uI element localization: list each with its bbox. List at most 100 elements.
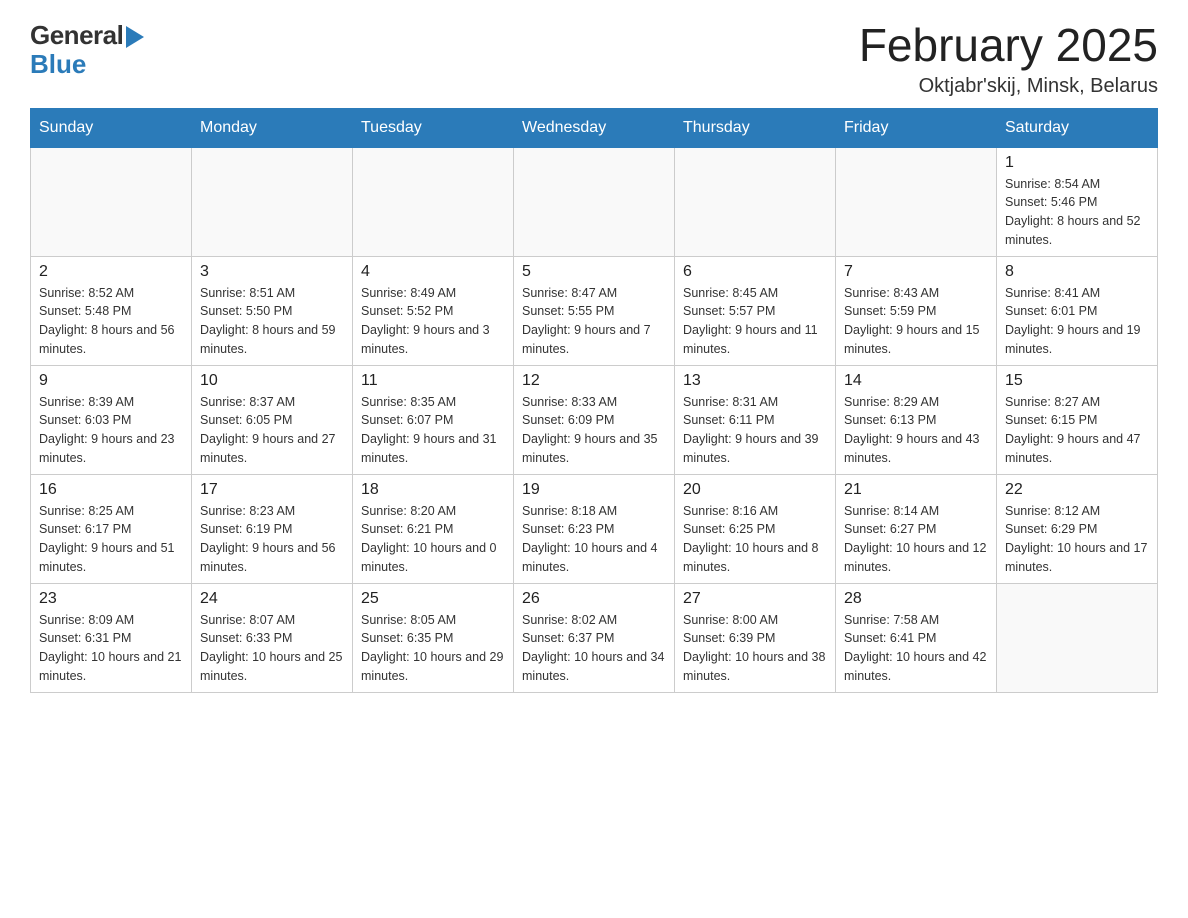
day-cell: 16 Sunrise: 8:25 AMSunset: 6:17 PMDayligh…	[31, 474, 192, 583]
day-cell: 25 Sunrise: 8:05 AMSunset: 6:35 PMDayligh…	[353, 583, 514, 692]
day-info: Sunrise: 8:39 AMSunset: 6:03 PMDaylight:…	[39, 393, 183, 468]
day-cell: 6 Sunrise: 8:45 AMSunset: 5:57 PMDaylight…	[675, 256, 836, 365]
day-info: Sunrise: 8:31 AMSunset: 6:11 PMDaylight:…	[683, 393, 827, 468]
day-cell: 12 Sunrise: 8:33 AMSunset: 6:09 PMDayligh…	[514, 365, 675, 474]
day-cell: 23 Sunrise: 8:09 AMSunset: 6:31 PMDayligh…	[31, 583, 192, 692]
location: Oktjabr'skij, Minsk, Belarus	[859, 75, 1158, 98]
day-info: Sunrise: 8:49 AMSunset: 5:52 PMDaylight:…	[361, 284, 505, 359]
day-cell	[675, 147, 836, 256]
day-number: 23	[39, 590, 183, 608]
day-info: Sunrise: 8:25 AMSunset: 6:17 PMDaylight:…	[39, 502, 183, 577]
day-info: Sunrise: 8:16 AMSunset: 6:25 PMDaylight:…	[683, 502, 827, 577]
day-number: 3	[200, 263, 344, 281]
day-number: 9	[39, 372, 183, 390]
day-cell: 21Sunrise: 8:14 AMSunset: 6:27 PMDayligh…	[836, 474, 997, 583]
day-number: 19	[522, 481, 666, 499]
weekday-header-saturday: Saturday	[997, 108, 1158, 147]
day-cell: 26 Sunrise: 8:02 AMSunset: 6:37 PMDayligh…	[514, 583, 675, 692]
day-cell: 27 Sunrise: 8:00 AMSunset: 6:39 PMDayligh…	[675, 583, 836, 692]
day-cell: 14 Sunrise: 8:29 AMSunset: 6:13 PMDayligh…	[836, 365, 997, 474]
day-info: Sunrise: 8:35 AMSunset: 6:07 PMDaylight:…	[361, 393, 505, 468]
day-info: Sunrise: 8:33 AMSunset: 6:09 PMDaylight:…	[522, 393, 666, 468]
day-cell: 22 Sunrise: 8:12 AMSunset: 6:29 PMDayligh…	[997, 474, 1158, 583]
day-cell	[31, 147, 192, 256]
calendar-table: SundayMondayTuesdayWednesdayThursdayFrid…	[30, 108, 1158, 693]
day-info: Sunrise: 8:09 AMSunset: 6:31 PMDaylight:…	[39, 611, 183, 686]
weekday-header-monday: Monday	[192, 108, 353, 147]
day-cell: 3 Sunrise: 8:51 AMSunset: 5:50 PMDaylight…	[192, 256, 353, 365]
day-number: 25	[361, 590, 505, 608]
day-number: 26	[522, 590, 666, 608]
title-block: February 2025 Oktjabr'skij, Minsk, Belar…	[859, 20, 1158, 98]
day-cell	[836, 147, 997, 256]
day-cell: 2Sunrise: 8:52 AMSunset: 5:48 PMDaylight…	[31, 256, 192, 365]
day-number: 17	[200, 481, 344, 499]
day-info: Sunrise: 8:07 AMSunset: 6:33 PMDaylight:…	[200, 611, 344, 686]
day-cell: 24 Sunrise: 8:07 AMSunset: 6:33 PMDayligh…	[192, 583, 353, 692]
day-number: 1	[1005, 154, 1149, 172]
weekday-header-tuesday: Tuesday	[353, 108, 514, 147]
day-number: 10	[200, 372, 344, 390]
day-info: Sunrise: 8:43 AMSunset: 5:59 PMDaylight:…	[844, 284, 988, 359]
day-cell: 8Sunrise: 8:41 AMSunset: 6:01 PMDaylight…	[997, 256, 1158, 365]
week-row-4: 16 Sunrise: 8:25 AMSunset: 6:17 PMDayligh…	[31, 474, 1158, 583]
day-info: Sunrise: 8:02 AMSunset: 6:37 PMDaylight:…	[522, 611, 666, 686]
day-number: 11	[361, 372, 505, 390]
week-row-1: 1 Sunrise: 8:54 AMSunset: 5:46 PMDaylight…	[31, 147, 1158, 256]
weekday-header-sunday: Sunday	[31, 108, 192, 147]
day-info: Sunrise: 8:27 AMSunset: 6:15 PMDaylight:…	[1005, 393, 1149, 468]
week-row-3: 9 Sunrise: 8:39 AMSunset: 6:03 PMDaylight…	[31, 365, 1158, 474]
day-info: Sunrise: 8:51 AMSunset: 5:50 PMDaylight:…	[200, 284, 344, 359]
weekday-header-thursday: Thursday	[675, 108, 836, 147]
day-cell: 5Sunrise: 8:47 AMSunset: 5:55 PMDaylight…	[514, 256, 675, 365]
day-cell: 11 Sunrise: 8:35 AMSunset: 6:07 PMDayligh…	[353, 365, 514, 474]
day-number: 28	[844, 590, 988, 608]
day-info: Sunrise: 8:23 AMSunset: 6:19 PMDaylight:…	[200, 502, 344, 577]
day-cell	[353, 147, 514, 256]
day-number: 27	[683, 590, 827, 608]
day-number: 14	[844, 372, 988, 390]
day-number: 16	[39, 481, 183, 499]
day-info: Sunrise: 8:18 AMSunset: 6:23 PMDaylight:…	[522, 502, 666, 577]
logo-arrow-icon	[126, 26, 144, 48]
page-header: General Blue February 2025 Oktjabr'skij,…	[30, 20, 1158, 98]
day-cell: 20 Sunrise: 8:16 AMSunset: 6:25 PMDayligh…	[675, 474, 836, 583]
day-cell: 1 Sunrise: 8:54 AMSunset: 5:46 PMDaylight…	[997, 147, 1158, 256]
weekday-header-friday: Friday	[836, 108, 997, 147]
month-title: February 2025	[859, 20, 1158, 71]
day-number: 12	[522, 372, 666, 390]
day-info: Sunrise: 7:58 AMSunset: 6:41 PMDaylight:…	[844, 611, 988, 686]
day-info: Sunrise: 8:45 AMSunset: 5:57 PMDaylight:…	[683, 284, 827, 359]
day-cell: 4 Sunrise: 8:49 AMSunset: 5:52 PMDaylight…	[353, 256, 514, 365]
day-cell: 28 Sunrise: 7:58 AMSunset: 6:41 PMDayligh…	[836, 583, 997, 692]
day-number: 20	[683, 481, 827, 499]
week-row-2: 2Sunrise: 8:52 AMSunset: 5:48 PMDaylight…	[31, 256, 1158, 365]
day-info: Sunrise: 8:14 AMSunset: 6:27 PMDaylight:…	[844, 502, 988, 577]
logo-line1: General	[30, 20, 144, 51]
day-cell: 7Sunrise: 8:43 AMSunset: 5:59 PMDaylight…	[836, 256, 997, 365]
day-number: 13	[683, 372, 827, 390]
day-number: 4	[361, 263, 505, 281]
day-info: Sunrise: 8:20 AMSunset: 6:21 PMDaylight:…	[361, 502, 505, 577]
day-info: Sunrise: 8:29 AMSunset: 6:13 PMDaylight:…	[844, 393, 988, 468]
day-number: 24	[200, 590, 344, 608]
day-info: Sunrise: 8:12 AMSunset: 6:29 PMDaylight:…	[1005, 502, 1149, 577]
day-number: 22	[1005, 481, 1149, 499]
week-row-5: 23 Sunrise: 8:09 AMSunset: 6:31 PMDayligh…	[31, 583, 1158, 692]
day-number: 5	[522, 263, 666, 281]
day-info: Sunrise: 8:37 AMSunset: 6:05 PMDaylight:…	[200, 393, 344, 468]
day-number: 18	[361, 481, 505, 499]
day-cell: 18 Sunrise: 8:20 AMSunset: 6:21 PMDayligh…	[353, 474, 514, 583]
day-number: 15	[1005, 372, 1149, 390]
day-cell	[192, 147, 353, 256]
weekday-header-wednesday: Wednesday	[514, 108, 675, 147]
day-info: Sunrise: 8:05 AMSunset: 6:35 PMDaylight:…	[361, 611, 505, 686]
day-info: Sunrise: 8:41 AMSunset: 6:01 PMDaylight:…	[1005, 284, 1149, 359]
logo-blue-text: Blue	[30, 51, 86, 77]
weekday-header-row: SundayMondayTuesdayWednesdayThursdayFrid…	[31, 108, 1158, 147]
day-info: Sunrise: 8:54 AMSunset: 5:46 PMDaylight:…	[1005, 175, 1149, 250]
day-info: Sunrise: 8:00 AMSunset: 6:39 PMDaylight:…	[683, 611, 827, 686]
day-number: 6	[683, 263, 827, 281]
day-cell	[997, 583, 1158, 692]
day-cell: 13 Sunrise: 8:31 AMSunset: 6:11 PMDayligh…	[675, 365, 836, 474]
